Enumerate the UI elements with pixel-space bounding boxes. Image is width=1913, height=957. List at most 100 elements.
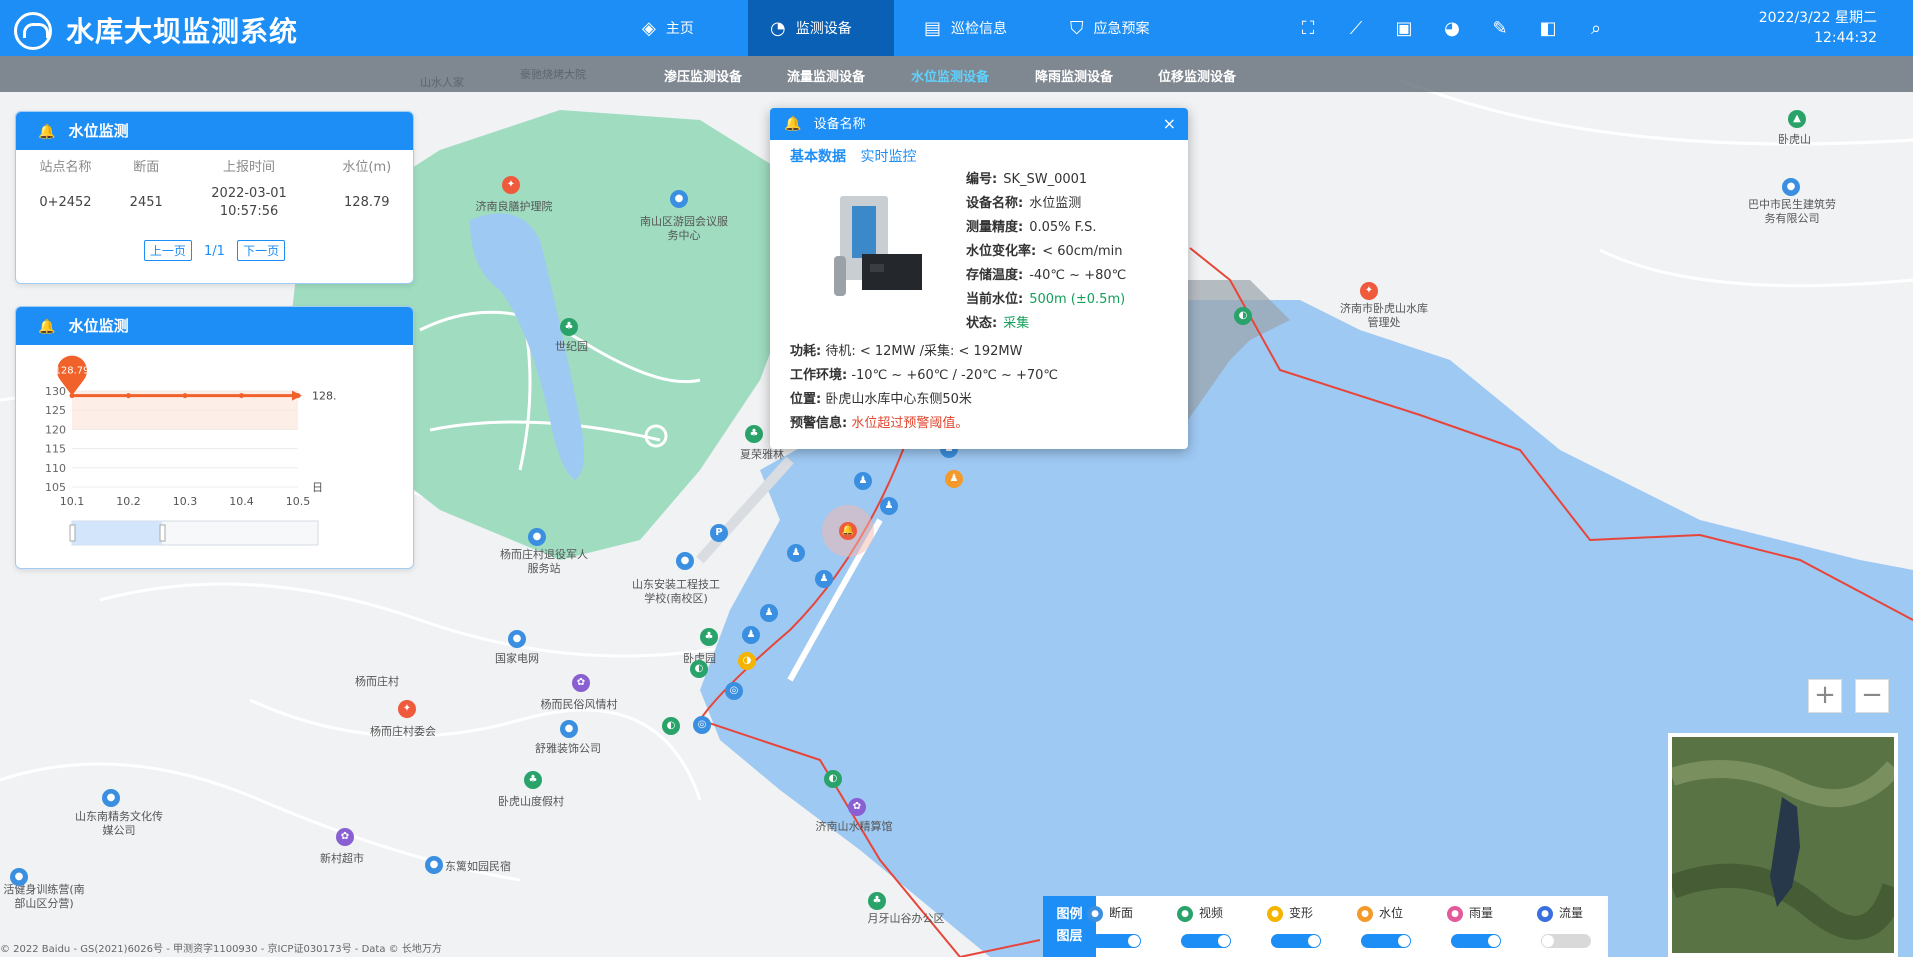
fullscreen-icon[interactable]: ⛶ bbox=[1297, 18, 1319, 40]
document-icon: ▤ bbox=[924, 17, 942, 39]
popup-field-row: 状态: 采集 bbox=[966, 312, 1029, 336]
nav-monitor-devices[interactable]: ◔ 监测设备 bbox=[748, 0, 894, 56]
device-video-marker[interactable]: ◐ bbox=[824, 770, 842, 788]
device-flow-marker[interactable]: ◎ bbox=[725, 682, 743, 700]
popup-field-value: 0.05% F.S. bbox=[1029, 220, 1097, 235]
device-video-marker[interactable]: ◐ bbox=[690, 660, 708, 678]
device-image bbox=[834, 196, 922, 296]
map-label: 活健身训练营(南部山区分营) bbox=[3, 883, 85, 910]
poi-pin-video-1[interactable]: ◐ bbox=[1234, 307, 1252, 325]
panel-header: 🔔 水位监测 bbox=[16, 307, 413, 345]
logo-icon bbox=[14, 12, 52, 50]
cell-date: 2022-03-01 bbox=[211, 186, 287, 201]
poi-pin-culture-media[interactable]: ● bbox=[102, 789, 120, 807]
layer-toggle[interactable] bbox=[1541, 934, 1591, 948]
popup-title: 设备名称 bbox=[813, 117, 866, 132]
poi-pin-construction[interactable]: ● bbox=[1782, 178, 1800, 196]
close-icon[interactable]: × bbox=[1163, 108, 1176, 140]
device-deform-marker[interactable]: ◑ bbox=[738, 652, 756, 670]
search-icon[interactable]: ⌕ bbox=[1585, 18, 1607, 40]
poi-pin-veterans-station[interactable]: ● bbox=[528, 528, 546, 546]
device-water-level-marker[interactable]: ♟ bbox=[945, 470, 963, 488]
poi-pin-nursing-home[interactable]: ✦ bbox=[502, 176, 520, 194]
tab-layers[interactable]: 图层 bbox=[1043, 926, 1096, 948]
zoom-in-button[interactable]: + bbox=[1808, 679, 1842, 713]
device-section-marker[interactable]: ♟ bbox=[815, 570, 833, 588]
subnav-rainfall[interactable]: 降雨监测设备 bbox=[1035, 66, 1113, 85]
layer-toggle[interactable] bbox=[1181, 934, 1231, 948]
poi-pin-park[interactable]: ♣ bbox=[560, 318, 578, 336]
poi-pin-office[interactable]: ♣ bbox=[868, 892, 886, 910]
x-tick-label: 10.5 bbox=[286, 495, 311, 508]
nav-home[interactable]: ◈ 主页 bbox=[620, 0, 716, 56]
nav-inspection[interactable]: ▤ 巡检信息 bbox=[902, 0, 1029, 56]
overview-satellite bbox=[1672, 737, 1894, 953]
nav-emergency[interactable]: ⛉ 应急预案 bbox=[1048, 0, 1172, 56]
popup-field-value: -40℃ ~ +80℃ bbox=[1029, 268, 1127, 283]
pen-icon[interactable]: ✎ bbox=[1489, 18, 1511, 40]
map-label: 山东南精务文化传媒公司 bbox=[75, 810, 163, 837]
water-level-chart-panel: 🔔 水位监测 105 110 115 120 125 130 10.1 10.2 10.3 10.… bbox=[15, 306, 414, 569]
poi-pin-parking[interactable]: P bbox=[710, 524, 728, 542]
poi-pin-homestay[interactable]: ● bbox=[425, 856, 443, 874]
split-icon[interactable]: ◧ bbox=[1537, 18, 1559, 40]
env-row: 工作环境: -10℃ ~ +60℃ / -20℃ ~ +70℃ bbox=[790, 364, 1058, 388]
power-label: 功耗: bbox=[790, 344, 822, 359]
legend-label: 视频 bbox=[1199, 906, 1224, 920]
device-video-marker[interactable]: ◐ bbox=[662, 717, 680, 735]
subnav-water-level[interactable]: 水位监测设备 bbox=[911, 66, 989, 85]
device-flow-marker[interactable]: ◎ bbox=[693, 716, 711, 734]
map-label: 巴中市民生建筑劳务有限公司 bbox=[1748, 198, 1836, 225]
location-label: 位置: bbox=[790, 392, 822, 407]
poi-pin-village-committee[interactable]: ✦ bbox=[398, 700, 416, 718]
legend-label: 变形 bbox=[1289, 906, 1314, 920]
poi-pin-decoration[interactable]: ● bbox=[560, 720, 578, 738]
layer-toggle[interactable] bbox=[1091, 934, 1141, 948]
subnav-flow[interactable]: 流量监测设备 bbox=[787, 66, 865, 85]
subnav-seepage[interactable]: 渗压监测设备 bbox=[664, 66, 742, 85]
nav-monitor-label: 监测设备 bbox=[795, 21, 852, 37]
bell-icon: 🔔 bbox=[784, 116, 802, 132]
tab-basic-data[interactable]: 基本数据 bbox=[790, 149, 846, 165]
y-tick-label: 115 bbox=[45, 443, 66, 456]
popup-field-row: 当前水位: 500m (±0.5m) bbox=[966, 288, 1125, 312]
poi-pin-resort[interactable]: ♣ bbox=[524, 771, 542, 789]
ruler-icon[interactable]: ⟋ bbox=[1345, 18, 1367, 40]
poi-pin-school[interactable]: ● bbox=[676, 552, 694, 570]
poi-pin-wohu-garden[interactable]: ♣ bbox=[700, 628, 718, 646]
poi-pin-actuary[interactable]: ✿ bbox=[848, 798, 866, 816]
device-section-marker[interactable]: ♟ bbox=[787, 544, 805, 562]
next-page-button[interactable]: 下一页 bbox=[237, 240, 286, 261]
device-section-marker[interactable]: ♟ bbox=[742, 626, 760, 644]
time-text: 12:44:32 bbox=[1814, 30, 1877, 46]
poi-pin-xiarong[interactable]: ♣ bbox=[745, 425, 763, 443]
datetime: 2022/3/22 星期二 12:44:32 bbox=[1759, 8, 1877, 48]
prev-page-button[interactable]: 上一页 bbox=[143, 240, 192, 261]
poi-pin-folk-village[interactable]: ✿ bbox=[572, 674, 590, 692]
poi-pin-training[interactable]: ● bbox=[10, 868, 28, 886]
y-tick-label: 110 bbox=[45, 462, 66, 475]
poi-pin-service-center[interactable]: ● bbox=[670, 190, 688, 208]
layer-toggle[interactable] bbox=[1271, 934, 1321, 948]
warning-value: 水位超过预警阈值。 bbox=[851, 416, 969, 431]
device-alarm-marker[interactable]: 🔔 bbox=[839, 522, 857, 540]
pie-icon[interactable]: ◕ bbox=[1441, 18, 1463, 40]
tab-realtime-monitor[interactable]: 实时监控 bbox=[860, 149, 916, 165]
device-section-marker[interactable]: ♟ bbox=[760, 604, 778, 622]
device-section-marker[interactable]: ♟ bbox=[880, 497, 898, 515]
map-label: 杨而庄村 bbox=[355, 675, 399, 688]
chart-icon[interactable]: ▣ bbox=[1393, 18, 1415, 40]
poi-pin-supermarket[interactable]: ✿ bbox=[336, 828, 354, 846]
popup-field-label: 编号: bbox=[966, 172, 998, 187]
table-row[interactable]: 0+2452 2451 2022-03-01 10:57:56 128.79 bbox=[16, 180, 413, 226]
poi-pin-reservoir-office[interactable]: ✦ bbox=[1360, 282, 1378, 300]
layer-toggle[interactable] bbox=[1361, 934, 1411, 948]
poi-pin-wohu-mountain[interactable]: ▲ bbox=[1788, 110, 1806, 128]
subnav-displacement[interactable]: 位移监测设备 bbox=[1158, 66, 1236, 85]
device-section-marker[interactable]: ♟ bbox=[854, 472, 872, 490]
water-level-chart[interactable]: 105 110 115 120 125 130 10.1 10.2 10.3 10.4 10.5日 1… bbox=[16, 345, 414, 569]
zoom-out-button[interactable]: − bbox=[1855, 679, 1889, 713]
layer-toggle[interactable] bbox=[1451, 934, 1501, 948]
overview-map[interactable] bbox=[1668, 733, 1898, 957]
poi-pin-grid[interactable]: ● bbox=[508, 630, 526, 648]
